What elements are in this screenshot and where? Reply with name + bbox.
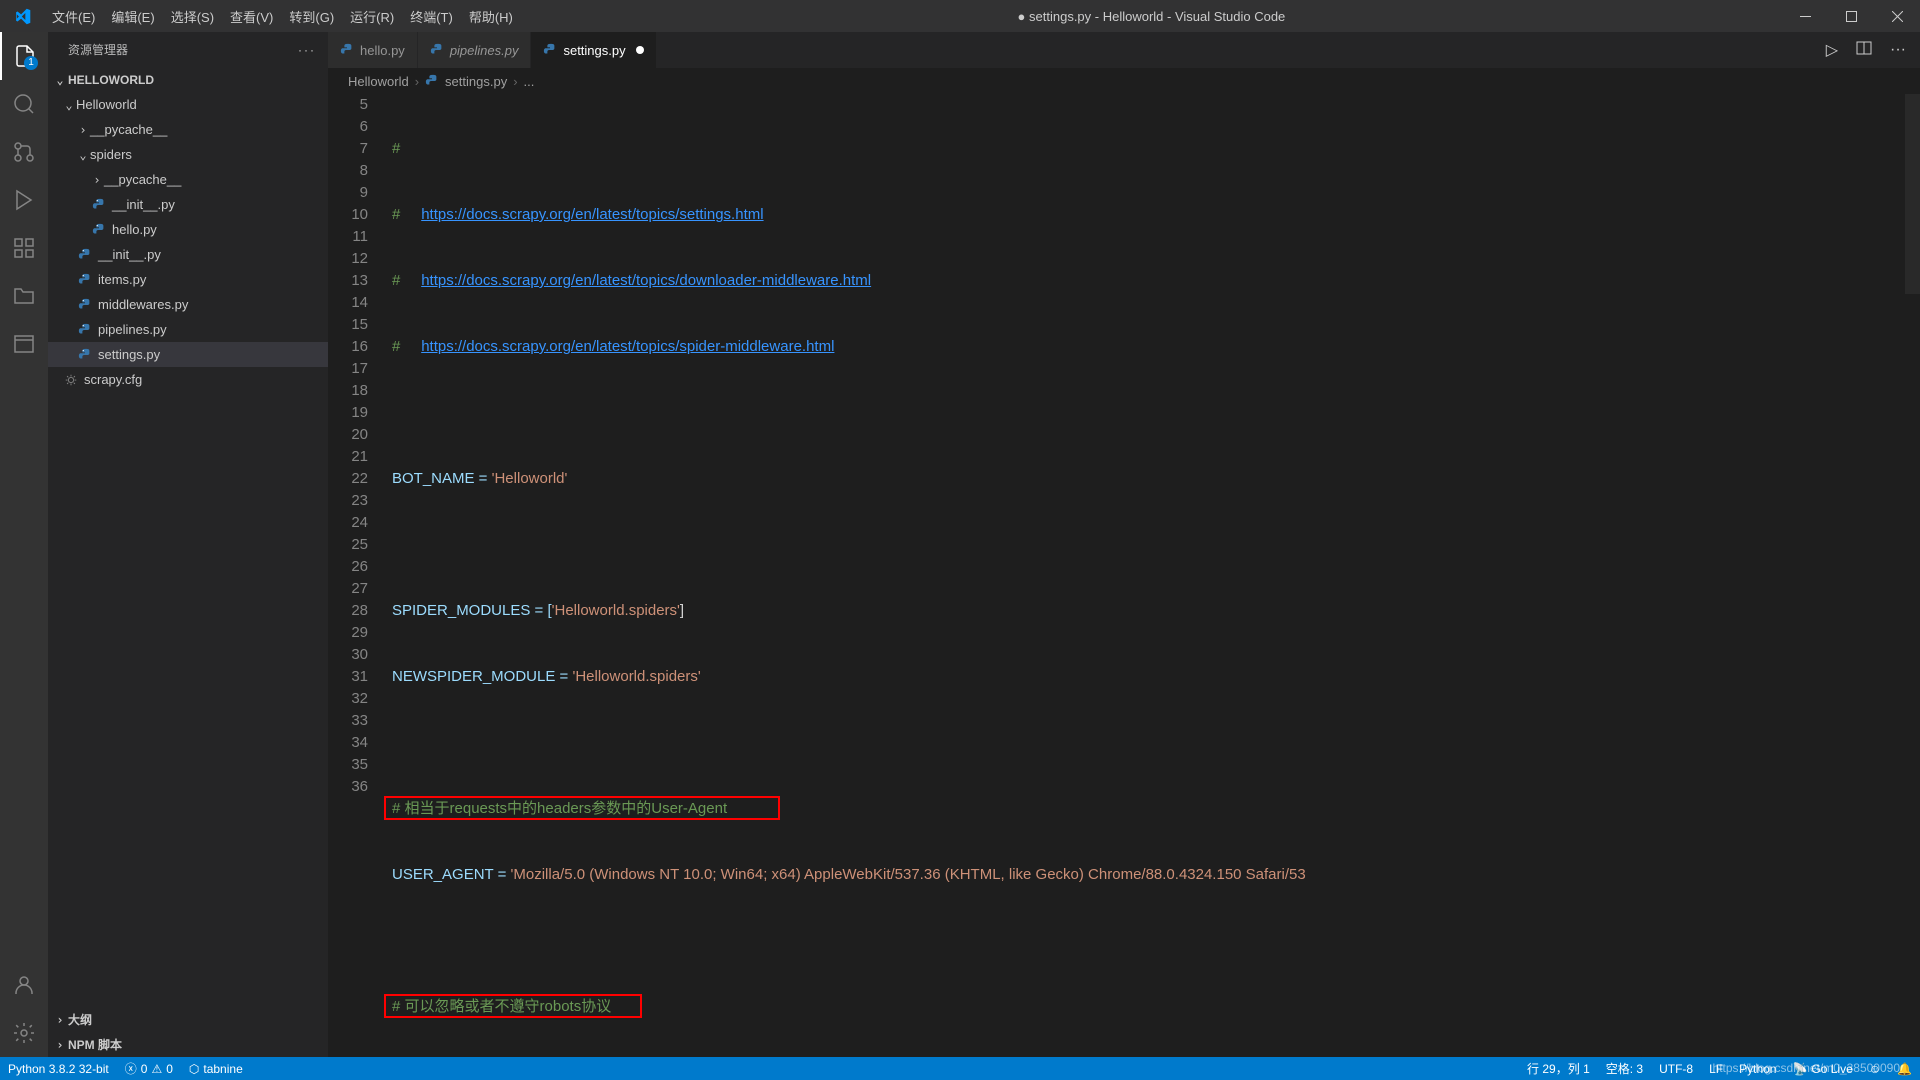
smiley-icon: ☺ xyxy=(1869,1062,1881,1076)
sidebar-explorer: 资源管理器 ··· ⌄ HELLOWORLD ⌄Helloworld ›__py… xyxy=(48,32,328,1057)
chevron-right-icon: › xyxy=(52,1013,68,1027)
menu-run[interactable]: 运行(R) xyxy=(342,7,402,26)
code-editor[interactable]: # # https://docs.scrapy.org/en/latest/to… xyxy=(388,94,1905,1057)
status-cursor-position[interactable]: 行 29，列 1 xyxy=(1519,1057,1598,1080)
python-icon xyxy=(76,273,94,287)
menu-help[interactable]: 帮助(H) xyxy=(461,7,521,26)
sidebar-section-outline[interactable]: ›大纲 xyxy=(48,1007,328,1032)
chevron-right-icon: › xyxy=(52,1038,68,1052)
error-icon: ⓧ xyxy=(125,1060,137,1077)
editor-actions: ▷ ··· xyxy=(1812,32,1920,68)
warning-icon: ⚠ xyxy=(151,1062,162,1076)
python-icon xyxy=(76,248,94,262)
tab-pipelines[interactable]: pipelines.py xyxy=(418,32,532,68)
broadcast-icon: 📡 xyxy=(1792,1062,1807,1076)
activity-search[interactable] xyxy=(0,80,48,128)
activity-run-debug[interactable] xyxy=(0,176,48,224)
menu-go[interactable]: 转到(G) xyxy=(281,7,342,26)
explorer-badge: 1 xyxy=(24,56,38,70)
activity-extensions[interactable] xyxy=(0,224,48,272)
sidebar-title: 资源管理器 xyxy=(68,41,128,58)
close-button[interactable] xyxy=(1874,0,1920,32)
status-language[interactable]: Python xyxy=(1731,1057,1784,1080)
split-editor-icon[interactable] xyxy=(1856,40,1872,61)
modified-dot-icon xyxy=(636,46,644,54)
status-golive[interactable]: 📡Go Live xyxy=(1784,1057,1860,1080)
tree-folder-pycache-2[interactable]: ›__pycache__ xyxy=(48,167,328,192)
tree-file-init2[interactable]: __init__.py xyxy=(48,242,328,267)
menu-file[interactable]: 文件(E) xyxy=(44,7,103,26)
status-bar: Python 3.8.2 32-bit ⓧ0 ⚠0 ⬡tabnine 行 29，… xyxy=(0,1057,1920,1080)
activity-explorer[interactable]: 1 xyxy=(0,32,48,80)
status-encoding[interactable]: UTF-8 xyxy=(1651,1057,1701,1080)
tree-file-pipelines[interactable]: pipelines.py xyxy=(48,317,328,342)
status-notifications[interactable]: 🔔 xyxy=(1889,1057,1920,1080)
line-gutter: 5678910111213141516171819202122232425262… xyxy=(328,94,388,1057)
python-icon xyxy=(76,323,94,337)
menu-edit[interactable]: 编辑(E) xyxy=(103,7,162,26)
gear-icon xyxy=(62,373,80,387)
more-icon[interactable]: ··· xyxy=(1890,41,1906,59)
status-tabnine[interactable]: ⬡tabnine xyxy=(181,1057,251,1080)
tree-folder-pycache[interactable]: ›__pycache__ xyxy=(48,117,328,142)
tabnine-icon: ⬡ xyxy=(189,1062,199,1076)
window-title: ● settings.py - Helloworld - Visual Stud… xyxy=(521,9,1782,24)
activity-bar: 1 xyxy=(0,32,48,1057)
tree-file-middlewares[interactable]: middlewares.py xyxy=(48,292,328,317)
editor-area: hello.py pipelines.py settings.py ▷ ··· … xyxy=(328,32,1920,1057)
tree-file-hello[interactable]: hello.py xyxy=(48,217,328,242)
sidebar-more-icon[interactable]: ··· xyxy=(298,43,316,57)
activity-output[interactable] xyxy=(0,320,48,368)
sidebar-section-project[interactable]: ⌄ HELLOWORLD xyxy=(48,67,328,92)
vscode-logo-icon xyxy=(0,8,44,25)
tab-hello[interactable]: hello.py xyxy=(328,32,418,68)
menu-terminal[interactable]: 终端(T) xyxy=(402,7,461,26)
python-icon xyxy=(76,298,94,312)
status-eol[interactable]: LF xyxy=(1701,1057,1731,1080)
project-name: HELLOWORLD xyxy=(68,73,154,87)
file-tree: ⌄Helloworld ›__pycache__ ⌄spiders ›__pyc… xyxy=(48,92,328,1007)
tree-file-items[interactable]: items.py xyxy=(48,267,328,292)
minimize-button[interactable] xyxy=(1782,0,1828,32)
status-problems[interactable]: ⓧ0 ⚠0 xyxy=(117,1057,181,1080)
activity-source-control[interactable] xyxy=(0,128,48,176)
tree-folder-helloworld[interactable]: ⌄Helloworld xyxy=(48,92,328,117)
status-indentation[interactable]: 空格: 3 xyxy=(1598,1057,1651,1080)
tree-file-settings[interactable]: settings.py xyxy=(48,342,328,367)
status-feedback[interactable]: ☺ xyxy=(1861,1057,1889,1080)
sidebar-section-npm[interactable]: ›NPM 脚本 xyxy=(48,1032,328,1057)
title-bar: 文件(E) 编辑(E) 选择(S) 查看(V) 转到(G) 运行(R) 终端(T… xyxy=(0,0,1920,32)
window-controls xyxy=(1782,0,1920,32)
python-icon xyxy=(76,348,94,362)
chevron-down-icon: ⌄ xyxy=(52,73,68,87)
status-python[interactable]: Python 3.8.2 32-bit xyxy=(0,1057,117,1080)
menu-selection[interactable]: 选择(S) xyxy=(163,7,222,26)
bell-icon: 🔔 xyxy=(1897,1062,1912,1076)
minimap-scrollbar[interactable] xyxy=(1905,94,1920,1057)
python-icon xyxy=(90,223,108,237)
python-icon xyxy=(90,198,108,212)
menu-bar: 文件(E) 编辑(E) 选择(S) 查看(V) 转到(G) 运行(R) 终端(T… xyxy=(44,7,521,26)
activity-account[interactable] xyxy=(0,961,48,1009)
editor-tabs: hello.py pipelines.py settings.py ▷ ··· xyxy=(328,32,1920,68)
activity-settings[interactable] xyxy=(0,1009,48,1057)
maximize-button[interactable] xyxy=(1828,0,1874,32)
activity-folder[interactable] xyxy=(0,272,48,320)
tab-settings[interactable]: settings.py xyxy=(531,32,656,68)
tree-folder-spiders[interactable]: ⌄spiders xyxy=(48,142,328,167)
breadcrumb[interactable]: Helloworld› settings.py› ... xyxy=(328,68,1920,94)
tree-file-init[interactable]: __init__.py xyxy=(48,192,328,217)
menu-view[interactable]: 查看(V) xyxy=(222,7,281,26)
tree-file-scrapycfg[interactable]: scrapy.cfg xyxy=(48,367,328,392)
run-icon[interactable]: ▷ xyxy=(1826,40,1838,60)
